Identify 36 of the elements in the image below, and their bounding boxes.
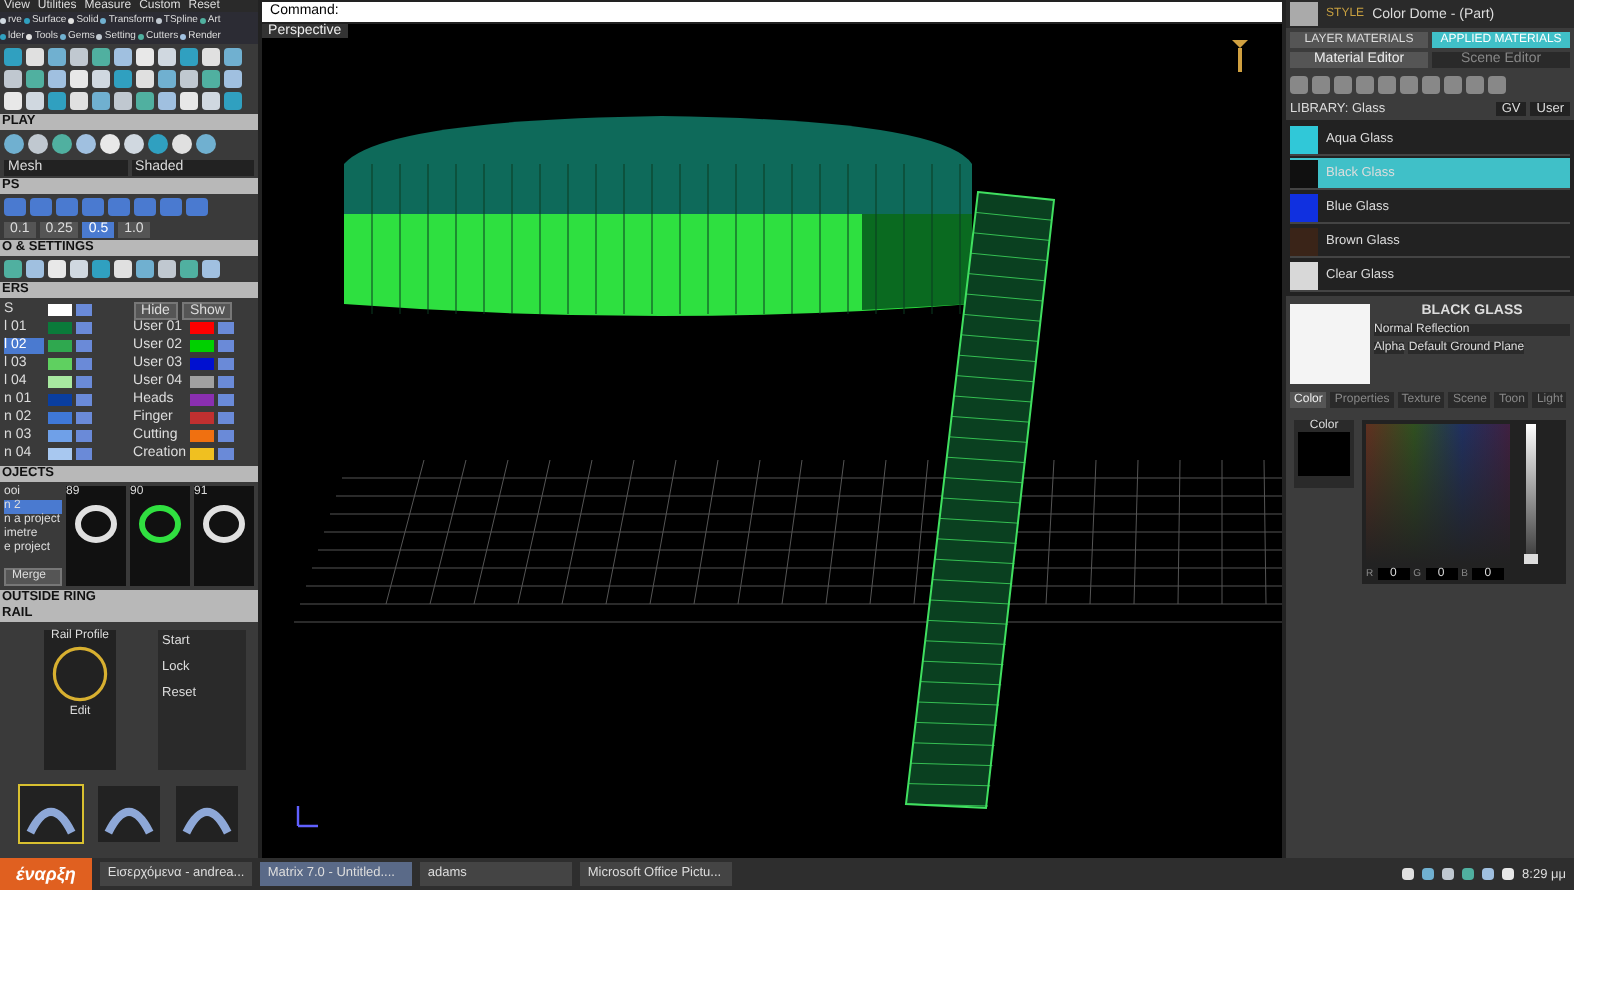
layer-color-swatch[interactable] [189, 376, 214, 388]
color-swatch[interactable] [1298, 432, 1351, 476]
circle-profile-icon[interactable] [48, 642, 112, 706]
layer-color-swatch[interactable] [189, 340, 214, 352]
ring-profile-icon[interactable] [176, 786, 239, 842]
layer-color-swatch[interactable] [189, 394, 214, 406]
compass-icon[interactable] [1230, 36, 1251, 76]
layer-color-swatch[interactable] [48, 340, 72, 352]
snap-icon[interactable] [186, 198, 208, 216]
layer-color-swatch[interactable] [48, 376, 72, 388]
snap-icon[interactable] [56, 198, 78, 216]
snap-icon[interactable] [82, 198, 104, 216]
layer-color-swatch[interactable] [189, 322, 214, 334]
layer-color-swatch[interactable] [189, 448, 214, 460]
material-preview [1290, 304, 1371, 384]
layer-color-swatch[interactable] [48, 304, 72, 316]
snap-icon[interactable] [30, 198, 52, 216]
layer-color-swatch[interactable] [48, 448, 72, 460]
layer-color-swatch[interactable] [48, 394, 72, 406]
snap-icon[interactable] [134, 198, 156, 216]
layer-color-swatch[interactable] [189, 412, 214, 424]
style-thumbnail [1290, 2, 1319, 26]
layer-color-swatch[interactable] [48, 430, 72, 442]
snap-icon[interactable] [160, 198, 182, 216]
ring-profile-icon[interactable] [20, 786, 83, 842]
brightness-thumb[interactable] [1524, 554, 1539, 564]
axis-icon [294, 802, 323, 830]
ring-profile-icon[interactable] [98, 786, 161, 842]
snap-icon[interactable] [4, 198, 26, 216]
layer-color-swatch[interactable] [48, 412, 72, 424]
layer-color-swatch[interactable] [48, 358, 72, 370]
layer-color-swatch[interactable] [48, 322, 72, 334]
snap-icon[interactable] [108, 198, 130, 216]
layer-color-swatch[interactable] [189, 430, 214, 442]
layer-color-swatch[interactable] [189, 358, 214, 370]
start-button[interactable]: έναρξη [0, 858, 92, 890]
